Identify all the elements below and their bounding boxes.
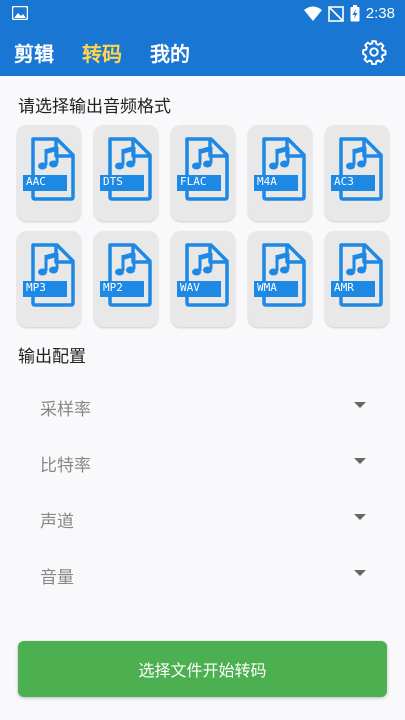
audio-file-icon [254, 243, 306, 307]
format-label: WAV [180, 281, 200, 294]
format-tile[interactable]: WAV [171, 231, 235, 327]
volume-label: 音量 [40, 568, 74, 588]
audio-file-icon [23, 137, 75, 201]
audio-file-icon [23, 243, 75, 307]
format-tile[interactable]: AMR [325, 231, 389, 327]
bitrate-label: 比特率 [40, 456, 91, 476]
format-label: FLAC [180, 175, 207, 188]
dropdown-arrow-icon [354, 458, 366, 464]
gear-icon[interactable] [361, 39, 387, 65]
output-config-title: 输出配置 [18, 347, 86, 367]
tab-edit[interactable]: 剪辑 [14, 38, 54, 67]
channel-label: 声道 [40, 512, 74, 532]
audio-file-icon [100, 137, 152, 201]
audio-file-icon [331, 137, 383, 201]
audio-file-icon [254, 137, 306, 201]
tab-mine[interactable]: 我的 [150, 38, 190, 67]
format-tile[interactable]: AC3 [325, 125, 389, 221]
format-label: MP3 [26, 281, 46, 294]
format-label: AAC [26, 175, 46, 188]
format-tile[interactable]: DTS [94, 125, 158, 221]
format-tile[interactable]: FLAC [171, 125, 235, 221]
format-label: MP2 [103, 281, 123, 294]
volume-dropdown[interactable]: 音量 [40, 553, 370, 593]
tab-transcode[interactable]: 转码 [82, 38, 122, 67]
sample-rate-dropdown[interactable]: 采样率 [40, 385, 370, 425]
format-tile[interactable]: WMA [248, 231, 312, 327]
audio-file-icon [177, 243, 229, 307]
dropdown-arrow-icon [354, 570, 366, 576]
format-section-title: 请选择输出音频格式 [18, 97, 171, 117]
no-signal-icon [327, 5, 344, 22]
format-label: AC3 [334, 175, 354, 188]
dropdown-arrow-icon [354, 402, 366, 408]
wifi-icon [303, 6, 322, 21]
audio-file-icon [100, 243, 152, 307]
battery-charging-icon [350, 5, 360, 22]
format-tile[interactable]: AAC [17, 125, 81, 221]
image-icon [12, 6, 28, 20]
format-label: M4A [257, 175, 277, 188]
format-tile[interactable]: MP3 [17, 231, 81, 327]
sample-rate-label: 采样率 [40, 400, 91, 420]
format-label: DTS [103, 175, 123, 188]
format-label: AMR [334, 281, 354, 294]
channel-dropdown[interactable]: 声道 [40, 497, 370, 537]
audio-file-icon [177, 137, 229, 201]
format-label: WMA [257, 281, 277, 294]
bitrate-dropdown[interactable]: 比特率 [40, 441, 370, 481]
format-tile[interactable]: MP2 [94, 231, 158, 327]
app-bar: 剪辑 转码 我的 [0, 28, 405, 76]
format-tile[interactable]: M4A [248, 125, 312, 221]
dropdown-arrow-icon [354, 514, 366, 520]
status-bar: 2:38 [0, 0, 405, 28]
audio-file-icon [331, 243, 383, 307]
select-file-start-button[interactable]: 选择文件开始转码 [18, 641, 387, 697]
status-time: 2:38 [365, 5, 395, 22]
